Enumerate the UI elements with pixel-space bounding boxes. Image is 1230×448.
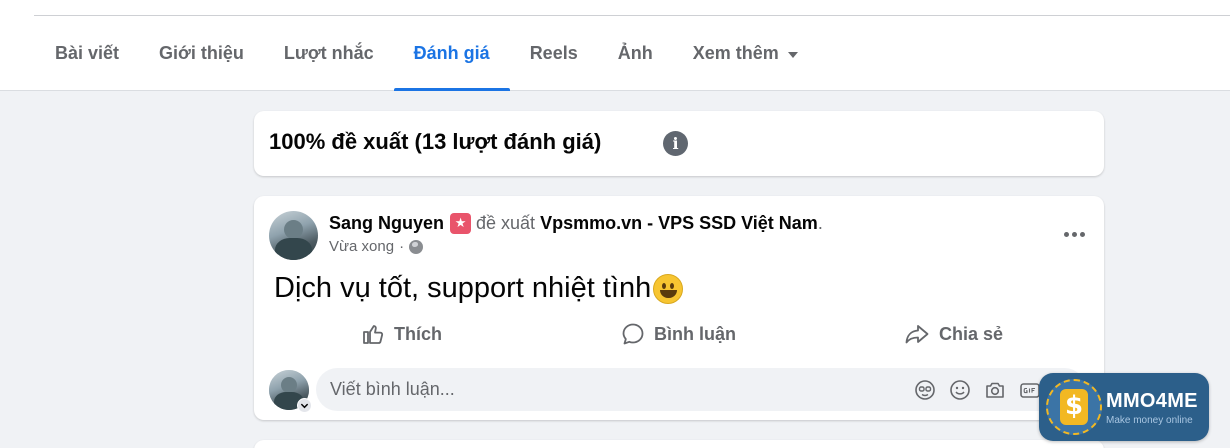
tab-about[interactable]: Giới thiệu	[139, 16, 264, 91]
trailing-period: .	[817, 212, 823, 233]
comment-input[interactable]	[330, 368, 890, 411]
tab-reviews[interactable]: Đánh giá	[393, 16, 510, 91]
comment-button[interactable]: Bình luận	[621, 316, 736, 352]
avatar-head	[281, 377, 297, 394]
logo-title: MMO4ME	[1106, 390, 1198, 412]
commenter-avatar[interactable]	[269, 370, 312, 413]
avatar-body	[274, 237, 313, 260]
like-button[interactable]: Thích	[361, 316, 442, 352]
caret-down-icon	[787, 51, 798, 58]
dollar-sign-icon	[1060, 389, 1088, 425]
smiling-face-icon	[653, 273, 684, 304]
author-name[interactable]: Sang Nguyen	[329, 213, 444, 234]
dollar-coin-icon	[1046, 379, 1102, 435]
tab-label: Giới thiệu	[159, 43, 244, 63]
chevron-down-icon[interactable]	[297, 398, 312, 413]
avatar[interactable]	[269, 211, 318, 260]
timestamp[interactable]: Vừa xong	[329, 238, 394, 255]
tab-posts[interactable]: Bài viết	[35, 16, 139, 91]
next-review-card	[254, 440, 1104, 448]
recommend-verb: đề xuất	[476, 212, 536, 233]
page-name-link[interactable]: Vpsmmo.vn - VPS SSD Việt Nam	[540, 213, 818, 234]
tab-label: Lượt nhắc	[283, 43, 374, 63]
share-arrow-icon	[905, 325, 929, 344]
post-meta: Vừa xong ·	[329, 238, 424, 255]
tab-label: Bài viết	[55, 43, 120, 63]
share-button[interactable]: Chia sẻ	[904, 316, 1003, 352]
tab-label: Đánh giá	[413, 43, 490, 63]
avatar-head	[283, 219, 304, 240]
page-root: Bài viết Giới thiệu Lượt nhắc Đánh giá R…	[0, 0, 1230, 448]
recommend-icon: ★	[450, 212, 472, 234]
logo-subtitle: Make money online	[1106, 415, 1193, 426]
tab-photos[interactable]: Ảnh	[598, 16, 673, 91]
more-options-button[interactable]	[1056, 216, 1092, 252]
dot-icon	[1079, 231, 1085, 237]
tab-reels[interactable]: Reels	[510, 16, 598, 91]
post-body-text: Dịch vụ tốt, support nhiệt tình	[274, 272, 652, 304]
comment-label: Bình luận	[654, 323, 736, 344]
tab-mentions[interactable]: Lượt nhắc	[264, 16, 394, 91]
tab-label: Xem thêm	[692, 43, 779, 63]
smile-mouth	[660, 289, 678, 298]
dot-icon	[1071, 231, 1077, 237]
camera-icon[interactable]	[984, 379, 1006, 401]
mmo4me-logo: MMO4ME Make money online	[1039, 373, 1209, 441]
tab-label: Ảnh	[617, 43, 653, 63]
tab-list: Bài viết Giới thiệu Lượt nhắc Đánh giá R…	[35, 16, 818, 91]
post-header: Sang Nguyen ★ đề xuất Vpsmmo.vn - VPS SS…	[329, 211, 823, 235]
comment-composer	[316, 368, 1086, 411]
globe-icon[interactable]	[409, 239, 424, 254]
post-body: Dịch vụ tốt, support nhiệt tình	[274, 272, 684, 305]
review-post-card: Sang Nguyen ★ đề xuất Vpsmmo.vn - VPS SS…	[254, 196, 1104, 420]
gif-icon[interactable]	[1019, 379, 1041, 401]
emoji-icon[interactable]	[949, 379, 971, 401]
tab-more[interactable]: Xem thêm	[673, 16, 818, 91]
comment-bubble-icon	[622, 323, 644, 345]
share-label: Chia sẻ	[939, 323, 1004, 344]
recommendation-summary: 100% đề xuất (13 lượt đánh giá)	[269, 129, 602, 154]
info-icon[interactable]: i	[663, 131, 688, 156]
dot-icon	[1063, 231, 1069, 237]
like-label: Thích	[394, 323, 442, 344]
thumbs-up-icon	[363, 325, 384, 344]
avatar-sticker-icon[interactable]	[914, 379, 936, 401]
meta-separator: ·	[399, 238, 405, 255]
profile-tab-bar: Bài viết Giới thiệu Lượt nhắc Đánh giá R…	[0, 0, 1230, 91]
tab-label: Reels	[529, 43, 578, 63]
